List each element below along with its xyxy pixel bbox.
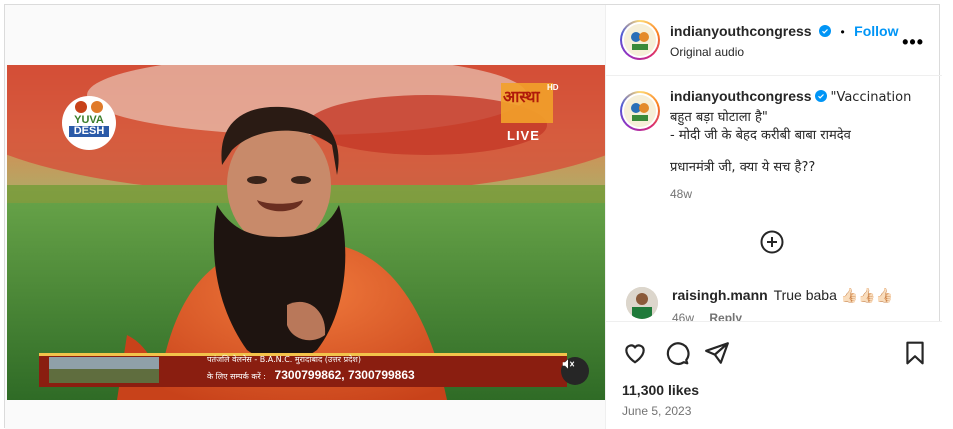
caption-line-2: - मोदी जी के बेहद करीबी बाबा रामदेव [670,128,851,143]
media-panel: YUVA DESH आस्था HD LIVE पतंजलि वेलनेस - … [5,5,605,429]
header-title-row: indianyouthcongress • Follow [670,23,898,41]
caption-line-3: प्रधानमंत्री जी, क्या ये सच है?? [670,160,816,175]
live-badge: LIVE [507,128,540,143]
author-avatar[interactable] [620,20,660,60]
likes-count[interactable]: 11,300 likes [622,382,699,398]
more-options-icon[interactable]: ••• [902,32,924,53]
ticker-line-2: के लिए सम्पर्क करें : 7300799862, 730079… [207,368,415,382]
yuva-logo-text: YUVA DESH [69,115,109,137]
like-heart-icon[interactable] [622,340,648,366]
caption-verified-icon [814,90,827,102]
load-more-comments-icon[interactable] [760,230,784,254]
caption-text: indianyouthcongress "Vaccination बहुत बड… [670,87,930,203]
caption-avatar[interactable] [620,91,660,131]
author-username[interactable]: indianyouthcongress [670,23,812,39]
caption-username[interactable]: indianyouthcongress [670,88,812,104]
caption-time[interactable]: 48w [670,185,930,203]
ticker-contact-label: के लिए सम्पर्क करें : [207,372,266,381]
comment-text: True baba 👍🏻👍🏻👍🏻 [773,287,894,303]
audio-link[interactable]: Original audio [670,45,744,59]
header-separator: • [840,25,845,39]
follow-button[interactable]: Follow [854,23,898,39]
comment-username[interactable]: raisingh.mann [672,287,768,303]
speaker-muted-icon [562,359,575,369]
save-bookmark-icon[interactable] [902,340,928,366]
ticker-line-1: पतंजलि वेलनेस - B.A.N.C. मुरादाबाद (उत्त… [207,355,361,364]
post-sidebar: indianyouthcongress • Follow Original au… [605,5,942,429]
post-header: indianyouthcongress • Follow Original au… [606,5,942,76]
post-date[interactable]: June 5, 2023 [622,404,691,418]
caption-avatar-image [624,95,656,127]
author-avatar-image [624,24,656,56]
comment-bubble-icon[interactable] [664,340,690,366]
channel-hd-badge: HD [547,83,559,92]
desh-text: DESH [69,126,109,137]
ticker-phone: 7300799862, 7300799863 [274,368,415,382]
commenter-avatar[interactable] [626,287,658,319]
action-bar: 11,300 likes June 5, 2023 [606,321,942,429]
post-modal: YUVA DESH आस्था HD LIVE पतंजलि वेलनेस - … [4,4,942,429]
mute-button[interactable] [561,357,589,385]
verified-badge-icon [819,25,832,37]
share-paper-plane-icon[interactable] [704,340,730,366]
video-player[interactable]: YUVA DESH आस्था HD LIVE पतंजलि वेलनेस - … [7,65,605,400]
comment: raisingh.mann True baba 👍🏻👍🏻👍🏻 [672,287,893,304]
channel-name: आस्था [503,87,540,106]
commenter-avatar-image [626,287,658,319]
